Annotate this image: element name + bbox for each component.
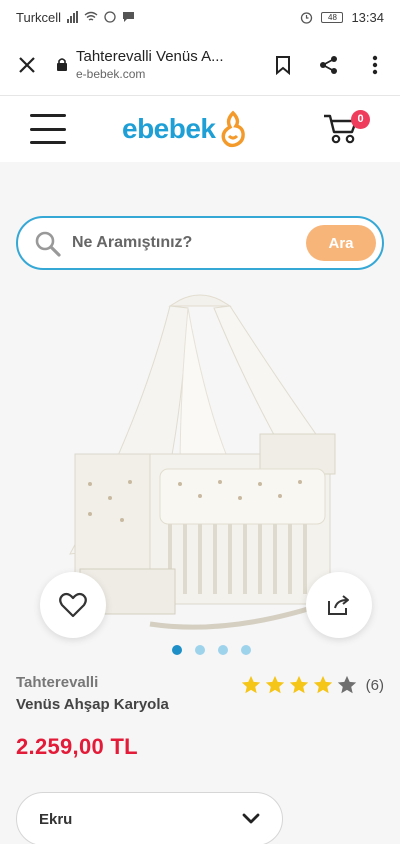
message-icon	[123, 12, 135, 22]
product-rating[interactable]: (6)	[240, 674, 384, 696]
whatsapp-icon	[104, 11, 116, 23]
status-bar: Turkcell 48 13:34	[0, 0, 400, 34]
cart-count-badge: 0	[351, 110, 370, 129]
share-icon	[320, 55, 337, 74]
gallery-pagination	[172, 645, 251, 655]
product-name: Venüs Ahşap Karyola	[16, 696, 169, 713]
wifi-icon	[84, 11, 98, 21]
carrier-name: Turkcell	[16, 9, 62, 25]
page-domain: e-bebek.com	[76, 67, 146, 81]
url-bar[interactable]: Tahterevalli Venüs A... e-bebek.com	[50, 48, 260, 81]
gallery-dot[interactable]	[172, 645, 182, 655]
share-arrow-icon	[328, 595, 349, 615]
logo-mark-icon	[221, 110, 245, 148]
product-brand[interactable]: Tahterevalli	[16, 674, 98, 691]
star-filled-icon	[265, 675, 284, 694]
site-header: ebebek 0	[0, 96, 400, 162]
gallery-dot[interactable]	[241, 645, 251, 655]
browser-toolbar: Tahterevalli Venüs A... e-bebek.com	[0, 34, 400, 96]
url-text: Tahterevalli Venüs A... e-bebek.com	[76, 48, 224, 81]
favorite-button[interactable]	[40, 572, 106, 638]
chevron-down-icon	[242, 813, 260, 824]
gallery-dot[interactable]	[218, 645, 228, 655]
lock-icon	[57, 58, 67, 71]
share-product-button[interactable]	[306, 572, 372, 638]
status-left: Turkcell	[16, 10, 135, 25]
variant-dropdown[interactable]: Ekru	[16, 792, 283, 844]
star-filled-icon	[241, 675, 260, 694]
status-right: 48 13:34	[300, 10, 384, 25]
hamburger-menu-button[interactable]	[30, 114, 66, 144]
battery-icon: 48	[321, 11, 344, 23]
bookmark-icon	[276, 55, 290, 75]
star-filled-icon	[313, 675, 332, 694]
rating-stars	[240, 674, 358, 696]
share-page-button[interactable]	[306, 42, 352, 88]
page-title: Tahterevalli Venüs A...	[76, 48, 224, 65]
close-icon	[19, 56, 35, 73]
gallery-dot[interactable]	[195, 645, 205, 655]
bookmark-button[interactable]	[260, 42, 306, 88]
signal-icon	[67, 11, 79, 23]
close-tab-button[interactable]	[4, 42, 50, 88]
clock: 13:34	[351, 9, 384, 25]
product-price: 2.259,00 TL	[16, 734, 138, 759]
search-icon	[35, 231, 61, 257]
variant-selected-value: Ekru	[39, 810, 73, 828]
browser-menu-button[interactable]	[352, 42, 398, 88]
logo-text: ebebek	[122, 113, 216, 144]
alarm-icon	[301, 11, 313, 24]
star-empty-icon	[337, 675, 356, 694]
search-input[interactable]	[72, 230, 302, 256]
search-bar: Ara	[16, 216, 384, 270]
ebebek-logo[interactable]: ebebek	[122, 110, 248, 148]
review-count: (6)	[365, 676, 384, 694]
star-filled-icon	[289, 675, 308, 694]
heart-icon	[59, 592, 87, 618]
search-button[interactable]: Ara	[306, 225, 376, 261]
more-vertical-icon	[372, 55, 378, 74]
